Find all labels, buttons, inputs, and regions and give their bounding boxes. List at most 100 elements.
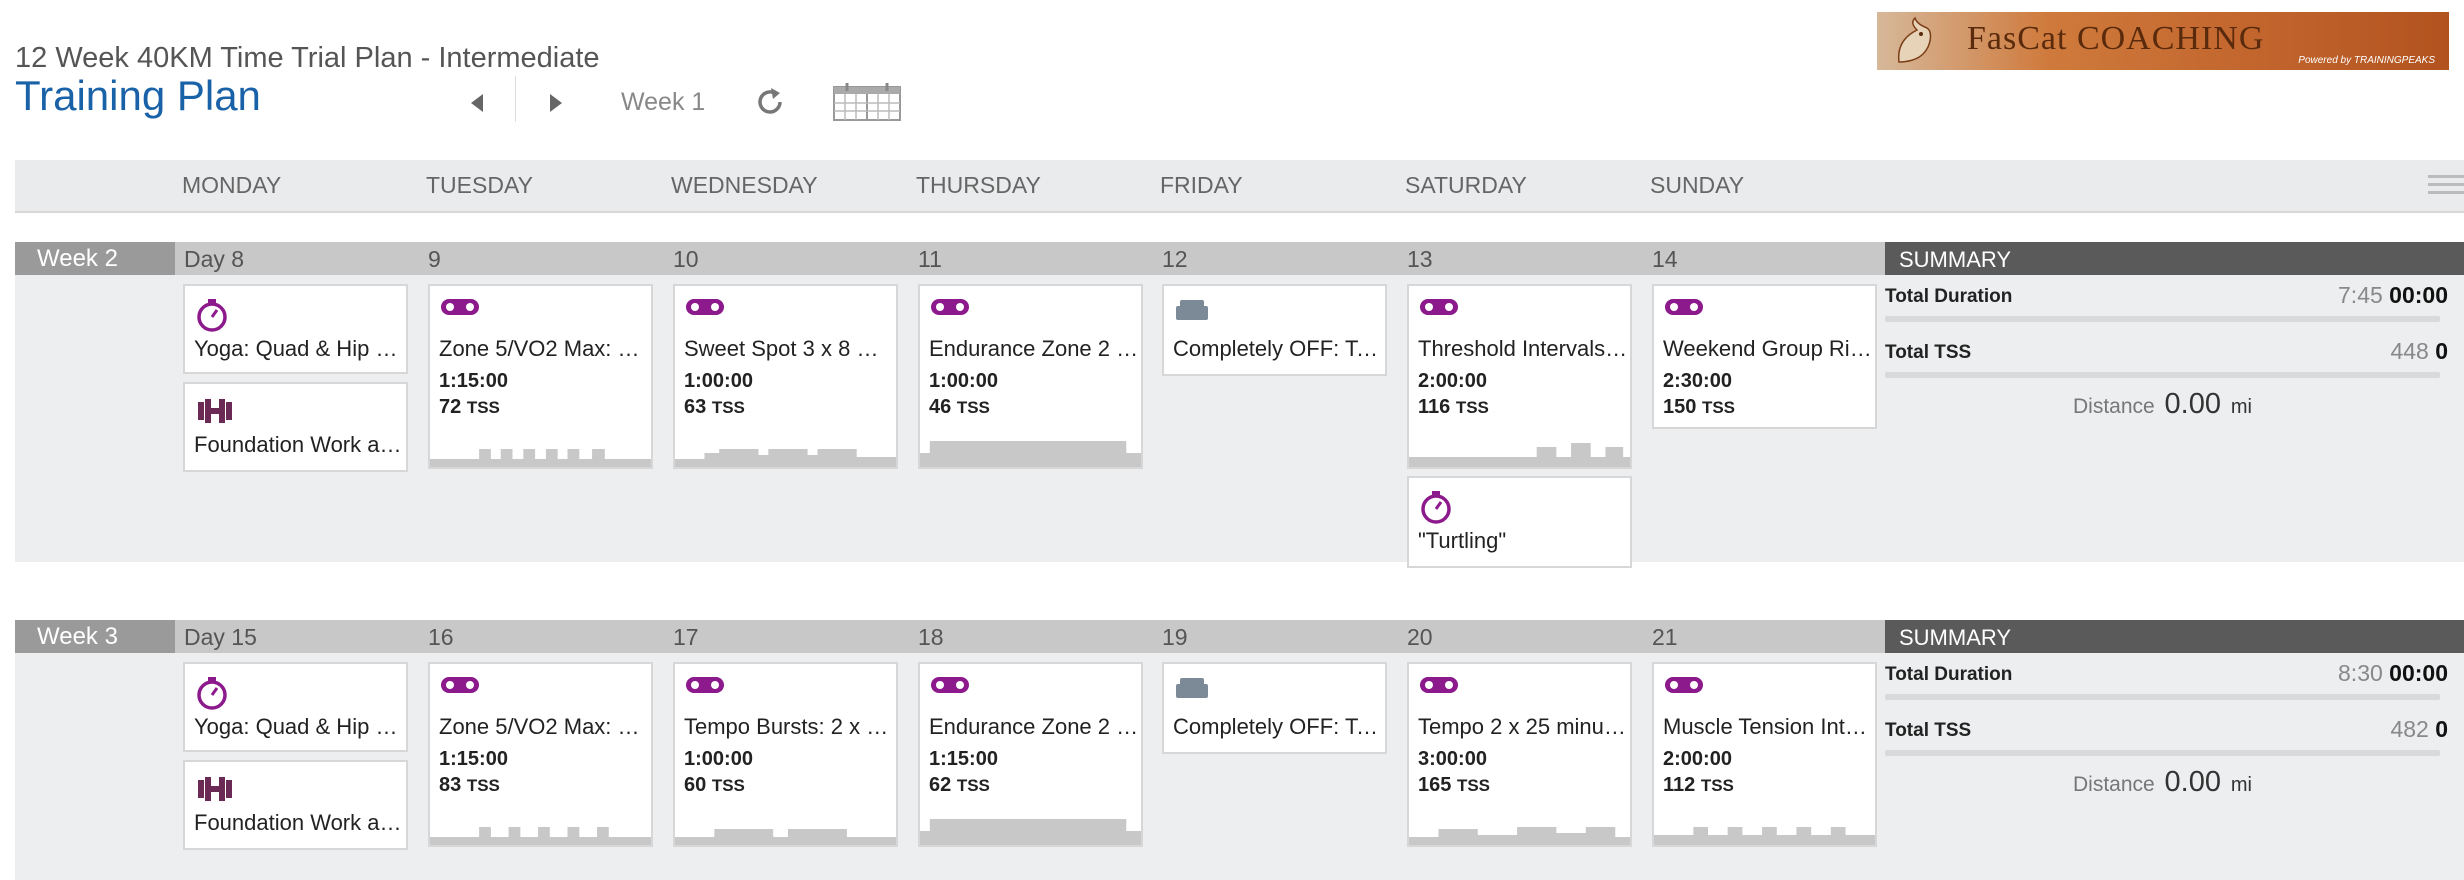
workout-card[interactable]: Completely OFF: Take a Day Off [1162, 662, 1387, 754]
day-number: Day 15 [184, 624, 257, 650]
workout-graph [675, 449, 896, 467]
tss-unit: TSS [1455, 398, 1489, 417]
workout-card[interactable]: Foundation Work and Core [183, 760, 408, 850]
day-number: 20 [1407, 624, 1433, 650]
planned-duration: 8:30 [2338, 660, 2383, 686]
workout-tss: 116 TSS [1418, 396, 1489, 419]
workout-title: Sweet Spot 3 x 8 minutes [684, 336, 894, 361]
day-number: 10 [673, 246, 699, 272]
workout-duration: 1:15:00 [929, 748, 998, 770]
workout-card[interactable]: Muscle Tension Intervals 2:00:00 112 TSS [1652, 662, 1877, 847]
logo-text: FasCat COACHING [1967, 20, 2265, 57]
workout-graph [430, 827, 651, 845]
workout-duration: 1:15:00 [439, 370, 508, 392]
day-header-saturday: SATURDAY [1405, 172, 1527, 198]
distance-label: Distance [2073, 773, 2155, 796]
workout-card[interactable]: Foundation Work and Core [183, 382, 408, 472]
day-number: 14 [1652, 246, 1678, 272]
workout-card[interactable]: Tempo 2 x 25 minutes 3:00:00 165 TSS [1407, 662, 1632, 847]
workout-duration: 2:30:00 [1663, 370, 1732, 392]
workout-tss: 63 TSS [684, 396, 745, 419]
workout-duration: 1:15:00 [439, 748, 508, 770]
workout-card[interactable]: Weekend Group Ride 2:30:00 150 TSS [1652, 284, 1877, 429]
workout-tss: 60 TSS [684, 774, 745, 797]
distance-label: Distance [2073, 395, 2155, 418]
day-number: 21 [1652, 624, 1678, 650]
tss-progress [1885, 750, 2440, 756]
workout-card[interactable]: Completely OFF: Take a Day Off [1162, 284, 1387, 376]
distance-value: 0.00 [2164, 766, 2221, 798]
day-header-tuesday: TUESDAY [426, 172, 533, 198]
workout-tss: 112 TSS [1663, 774, 1734, 797]
total-duration-value: 7:45 00:00 [2338, 282, 2448, 309]
planned-tss: 448 [2390, 338, 2429, 364]
workout-title: Tempo Bursts: 2 x 15 min [684, 714, 894, 739]
dumbbell-icon [198, 777, 232, 801]
tss-unit: TSS [956, 776, 990, 795]
day-number: 19 [1162, 624, 1188, 650]
workout-graph [1409, 443, 1630, 467]
workout-card[interactable]: Yoga: Quad & Hip Flexors [183, 284, 408, 374]
day-number: 17 [673, 624, 699, 650]
workout-title: Tempo 2 x 25 minutes [1418, 714, 1628, 739]
duration-progress [1885, 694, 2440, 700]
day-header-sunday: SUNDAY [1650, 172, 1745, 198]
week-label: Week 2 [15, 242, 175, 275]
menu-icon[interactable] [2428, 175, 2464, 197]
next-week-button[interactable] [540, 88, 570, 118]
tss-value: 83 [439, 774, 462, 796]
tss-unit: TSS [711, 398, 745, 417]
bike-icon [1665, 677, 1703, 693]
day-header-friday: FRIDAY [1160, 172, 1243, 198]
total-tss-label: Total TSS [1885, 342, 1972, 363]
workout-card[interactable]: Threshold Intervals 2 x 20 2:00:00 116 T… [1407, 284, 1632, 469]
bike-icon [686, 677, 724, 693]
completed-tss: 0 [2435, 338, 2448, 364]
dumbbell-icon [198, 399, 232, 423]
total-tss-label: Total TSS [1885, 720, 1972, 741]
stopwatch-icon [197, 677, 227, 710]
workout-card[interactable]: Zone 5/VO2 Max: 5 x 3 1:15:00 72 TSS [428, 284, 653, 469]
tss-unit: TSS [466, 776, 500, 795]
calendar-icon[interactable] [833, 83, 901, 121]
workout-title: Foundation Work and Core [194, 810, 404, 835]
week-label: Week 3 [15, 620, 175, 653]
week-row: Week 3 Day 15 16 17 18 19 20 21 SUMMARY … [15, 620, 2464, 880]
refresh-icon[interactable] [753, 85, 787, 119]
tss-unit: TSS [1456, 776, 1490, 795]
workout-card[interactable]: "Turtling" [1407, 476, 1632, 568]
bike-icon [1665, 299, 1703, 315]
workout-title: Threshold Intervals 2 x 20 [1418, 336, 1628, 361]
workout-duration: 1:00:00 [929, 370, 998, 392]
tss-value: 116 [1418, 396, 1451, 418]
workout-title: Endurance Zone 2 Ride [929, 714, 1139, 739]
bike-icon [1420, 677, 1458, 693]
summary-header: SUMMARY [1885, 620, 2464, 653]
duration-progress [1885, 316, 2440, 322]
previous-week-button[interactable] [463, 88, 493, 118]
tss-value: 72 [439, 396, 462, 418]
total-duration-label: Total Duration [1885, 664, 2013, 685]
workout-card[interactable]: Zone 5/VO2 Max: 5 x 3 1:15:00 83 TSS [428, 662, 653, 847]
week-row: Week 2 Day 8 9 10 11 12 13 14 SUMMARY Yo… [15, 242, 2464, 568]
workout-graph [675, 829, 896, 845]
workout-card[interactable]: Endurance Zone 2 Ride 1:15:00 62 TSS [918, 662, 1143, 847]
tss-unit: TSS [956, 398, 990, 417]
workout-title: Completely OFF: Take a Day Off [1173, 714, 1383, 739]
week-bar [15, 620, 1885, 653]
workout-card[interactable]: Yoga: Quad & Hip Flexors [183, 662, 408, 752]
workout-tss: 46 TSS [929, 396, 990, 419]
workout-title: Weekend Group Ride [1663, 336, 1873, 361]
workout-card[interactable]: Tempo Bursts: 2 x 15 min 1:00:00 60 TSS [673, 662, 898, 847]
workout-card[interactable]: Sweet Spot 3 x 8 minutes 1:00:00 63 TSS [673, 284, 898, 469]
workout-card[interactable]: Endurance Zone 2 Ride 1:00:00 46 TSS [918, 284, 1143, 469]
day-number: 11 [918, 246, 942, 272]
bike-icon [686, 299, 724, 315]
bed-icon [1176, 300, 1208, 320]
stopwatch-icon [197, 299, 227, 332]
bike-icon [1420, 299, 1458, 315]
bike-icon [931, 299, 969, 315]
workout-tss: 83 TSS [439, 774, 500, 797]
completed-tss: 0 [2435, 716, 2448, 742]
tss-value: 62 [929, 774, 952, 796]
